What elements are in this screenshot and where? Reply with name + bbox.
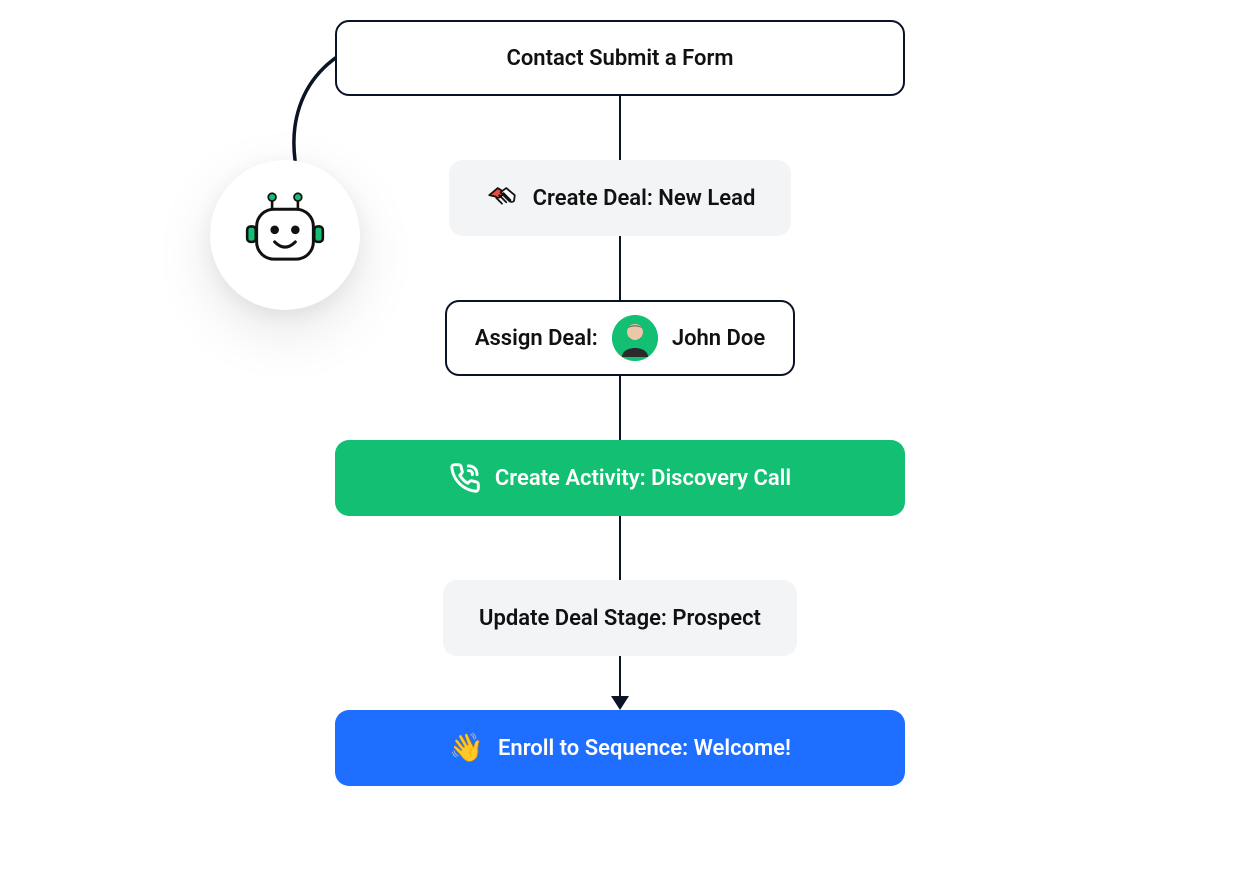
assignee-name: John Doe <box>672 326 765 351</box>
trigger-contact-submit-form[interactable]: Contact Submit a Form <box>335 20 905 96</box>
bot-icon <box>242 192 328 278</box>
step-enroll-sequence[interactable]: 👋 Enroll to Sequence: Welcome! <box>335 710 905 786</box>
connector-line <box>619 236 621 300</box>
step-update-deal-stage[interactable]: Update Deal Stage: Prospect <box>443 580 797 656</box>
trigger-label: Contact Submit a Form <box>506 46 733 71</box>
step-create-activity[interactable]: Create Activity: Discovery Call <box>335 440 905 516</box>
step-label: Enroll to Sequence: Welcome! <box>498 736 791 761</box>
avatar <box>612 315 658 361</box>
arrow-down-icon <box>611 656 629 710</box>
connector-line <box>619 516 621 580</box>
step-create-deal[interactable]: Create Deal: New Lead <box>449 160 792 236</box>
phone-icon <box>449 462 481 494</box>
step-label: Create Activity: Discovery Call <box>495 466 791 491</box>
step-label: Update Deal Stage: Prospect <box>479 606 761 631</box>
connector-line <box>619 376 621 440</box>
handshake-icon <box>485 181 519 215</box>
workflow-diagram: Contact Submit a Form Create Deal: New L… <box>335 20 905 786</box>
wave-icon: 👋 <box>449 734 484 762</box>
step-assign-deal[interactable]: Assign Deal: John Doe <box>445 300 795 376</box>
connector-line <box>619 96 621 160</box>
step-label: Create Deal: New Lead <box>533 186 756 211</box>
step-label-prefix: Assign Deal: <box>475 326 598 351</box>
